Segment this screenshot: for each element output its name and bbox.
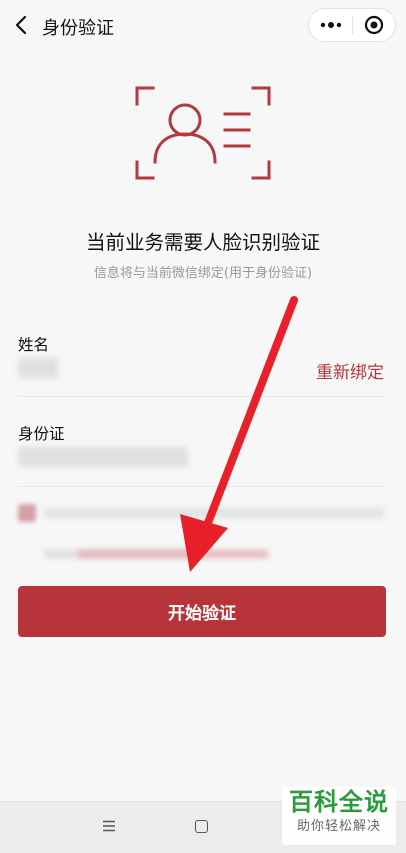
target-close-icon	[364, 15, 384, 35]
watermark-sub-text: 助你轻松解决	[296, 819, 381, 834]
name-label: 姓名	[18, 336, 50, 354]
verification-subtitle: 信息将与当前微信绑定(用于身份验证)	[93, 266, 313, 281]
navigation-bar: 身份验证	[0, 0, 406, 52]
agreement-row-redacted	[18, 496, 384, 566]
page-title: 身份验证	[42, 18, 114, 39]
divider	[18, 486, 384, 487]
menu-icon[interactable]	[102, 820, 116, 832]
agreement-link-redacted[interactable]	[78, 550, 268, 558]
watermark-logo: 百科全说 助你轻松解决	[282, 787, 396, 845]
start-verification-button[interactable]: 开始验证	[18, 586, 386, 637]
back-button[interactable]	[8, 12, 34, 38]
rebind-button[interactable]: 重新绑定	[316, 358, 384, 383]
agreement-text-redacted	[44, 508, 384, 518]
close-button[interactable]	[353, 9, 395, 41]
id-card-value-redacted	[18, 447, 188, 467]
more-dots-icon	[320, 22, 341, 28]
miniprogram-capsule	[308, 8, 396, 42]
face-scan-icon	[135, 86, 271, 180]
name-value-redacted	[18, 358, 58, 378]
home-square-icon[interactable]	[195, 820, 208, 833]
verification-title: 当前业务需要人脸识别验证	[85, 231, 320, 254]
id-card-label: 身份证	[18, 425, 65, 443]
chevron-left-icon	[15, 15, 27, 35]
more-button[interactable]	[309, 9, 352, 41]
watermark-main-text: 百科全说	[289, 788, 389, 816]
divider	[18, 396, 384, 397]
agreement-checkbox[interactable]	[18, 504, 36, 522]
